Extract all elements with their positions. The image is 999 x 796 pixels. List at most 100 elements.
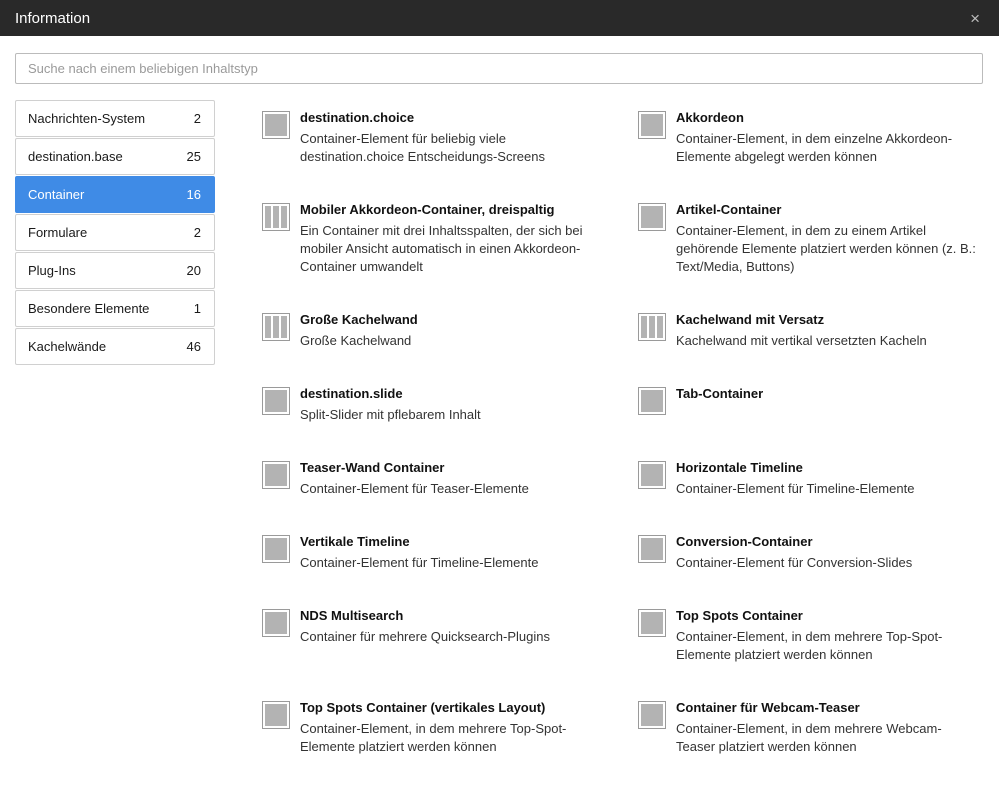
sidebar-item-formulare[interactable]: Formulare 2 (15, 214, 215, 251)
sidebar-item-kachelwände[interactable]: Kachelwände 46 (15, 328, 215, 365)
sidebar-item-besondere-elemente[interactable]: Besondere Elemente 1 (15, 290, 215, 327)
sidebar-item-label: Container (28, 187, 85, 202)
card-text: Vertikale Timeline Container-Element für … (300, 534, 600, 572)
card-text: Horizontale Timeline Container-Element fü… (676, 460, 976, 498)
content-type-card[interactable]: destination.choice Container-Element für … (262, 110, 600, 166)
three-column-icon (262, 203, 290, 231)
card-description: Kachelwand mit vertikal versetzten Kache… (676, 333, 927, 348)
category-sidebar: Nachrichten-System 2 destination.base 25 Con… (15, 100, 215, 366)
single-column-icon (638, 461, 666, 489)
sidebar-item-count: 25 (186, 149, 201, 164)
single-column-icon (262, 609, 290, 637)
sidebar-item-plug-ins[interactable]: Plug-Ins 20 (15, 252, 215, 289)
card-title: Mobiler Akkordeon-Container, dreispaltig (300, 202, 555, 217)
content-type-card[interactable]: Container für Webcam-Teaser Container-Ele… (638, 700, 976, 756)
sidebar-item-label: Formulare (28, 225, 88, 240)
single-column-icon (262, 111, 290, 139)
card-text: destination.slide Split-Slider mit pfleba… (300, 386, 600, 424)
three-column-icon (638, 313, 666, 341)
modal-titlebar: Information × (0, 0, 999, 36)
card-text: Conversion-Container Container-Element fü… (676, 534, 976, 572)
card-description: Ein Container mit drei Inhaltsspalten, d… (300, 223, 583, 274)
sidebar-item-label: destination.base (28, 149, 123, 164)
content-type-card[interactable]: Tab-Container (638, 386, 976, 415)
card-text: Tab-Container (676, 386, 976, 415)
card-title: destination.choice (300, 110, 415, 125)
content-type-card[interactable]: Teaser-Wand Container Container-Element f… (262, 460, 600, 498)
sidebar-item-label: Besondere Elemente (28, 301, 150, 316)
card-description: Container-Element, in dem mehrere Top-Sp… (300, 721, 567, 754)
content-type-card[interactable]: Horizontale Timeline Container-Element fü… (638, 460, 976, 498)
sidebar-item-count: 2 (193, 225, 201, 240)
card-title: Akkordeon (676, 110, 744, 125)
card-description: Split-Slider mit pflebarem Inhalt (300, 407, 481, 422)
card-description: Container-Element für Timeline-Elemente (676, 481, 915, 496)
content-type-card[interactable]: NDS Multisearch Container für mehrere Qui… (262, 608, 600, 646)
card-title: Artikel-Container (676, 202, 782, 217)
card-text: Mobiler Akkordeon-Container, dreispaltig… (300, 202, 600, 276)
card-text: destination.choice Container-Element für … (300, 110, 600, 166)
sidebar-item-count: 20 (186, 263, 201, 278)
sidebar-item-destination-base[interactable]: destination.base 25 (15, 138, 215, 175)
card-description: Container-Element für Timeline-Elemente (300, 555, 539, 570)
card-text: Teaser-Wand Container Container-Element f… (300, 460, 600, 498)
sidebar-item-label: Nachrichten-System (28, 111, 146, 126)
sidebar-item-nachrichten-system[interactable]: Nachrichten-System 2 (15, 100, 215, 137)
single-column-icon (638, 111, 666, 139)
card-text: Container für Webcam-Teaser Container-Ele… (676, 700, 976, 756)
card-title: Top Spots Container (676, 608, 803, 623)
card-title: destination.slide (300, 386, 403, 401)
content-type-card[interactable]: Mobiler Akkordeon-Container, dreispaltig… (262, 202, 600, 276)
card-title: Teaser-Wand Container (300, 460, 445, 475)
content-type-card[interactable]: Top Spots Container (vertikales Layout) C… (262, 700, 600, 756)
single-column-icon (262, 461, 290, 489)
close-icon[interactable]: × (970, 10, 984, 27)
card-text: NDS Multisearch Container für mehrere Qui… (300, 608, 600, 646)
single-column-icon (638, 203, 666, 231)
content-type-card[interactable]: Große Kachelwand Große Kachelwand (262, 312, 600, 350)
content-type-card[interactable]: Top Spots Container Container-Element, in… (638, 608, 976, 664)
modal-title: Information (15, 9, 91, 27)
sidebar-item-label: Kachelwände (28, 339, 107, 354)
sidebar-item-count: 16 (186, 187, 201, 202)
card-title: NDS Multisearch (300, 608, 404, 623)
single-column-icon (262, 701, 290, 729)
single-column-icon (638, 535, 666, 563)
card-description: Container-Element, in dem mehrere Webcam… (676, 721, 942, 754)
card-description: Container-Element für beliebig viele des… (300, 131, 545, 164)
card-title: Conversion-Container (676, 534, 813, 549)
sidebar-item-count: 1 (193, 301, 201, 316)
card-description: Container-Element für Conversion-Slides (676, 555, 913, 570)
content-type-card[interactable]: destination.slide Split-Slider mit pfleba… (262, 386, 600, 424)
single-column-icon (262, 535, 290, 563)
card-description: Große Kachelwand (300, 333, 412, 348)
card-description: Container-Element, in dem zu einem Artik… (676, 223, 976, 274)
three-column-icon (262, 313, 290, 341)
card-text: Große Kachelwand Große Kachelwand (300, 312, 600, 350)
card-title: Große Kachelwand (300, 312, 418, 327)
card-text: Top Spots Container Container-Element, in… (676, 608, 976, 664)
card-title: Horizontale Timeline (676, 460, 803, 475)
single-column-icon (638, 609, 666, 637)
card-description: Container-Element für Teaser-Elemente (300, 481, 529, 496)
sidebar-item-count: 46 (186, 339, 201, 354)
search-input[interactable] (15, 53, 983, 84)
content-type-card[interactable]: Conversion-Container Container-Element fü… (638, 534, 976, 572)
card-text: Akkordeon Container-Element, in dem einze… (676, 110, 976, 166)
card-title: Vertikale Timeline (300, 534, 410, 549)
sidebar-item-container[interactable]: Container 16 (15, 176, 215, 213)
card-title: Kachelwand mit Versatz (676, 312, 825, 327)
single-column-icon (638, 701, 666, 729)
card-text: Artikel-Container Container-Element, in d… (676, 202, 976, 276)
sidebar-item-label: Plug-Ins (28, 263, 76, 278)
card-title: Container für Webcam-Teaser (676, 700, 860, 715)
content-type-card[interactable]: Akkordeon Container-Element, in dem einze… (638, 110, 976, 166)
card-text: Kachelwand mit Versatz Kachelwand mit ver… (676, 312, 976, 350)
card-text: Top Spots Container (vertikales Layout) C… (300, 700, 600, 756)
card-description: Container-Element, in dem einzelne Akkor… (676, 131, 953, 164)
content-type-card[interactable]: Artikel-Container Container-Element, in d… (638, 202, 976, 276)
card-description: Container für mehrere Quicksearch-Plugin… (300, 629, 550, 644)
card-title: Top Spots Container (vertikales Layout) (300, 700, 546, 715)
content-type-card[interactable]: Kachelwand mit Versatz Kachelwand mit ver… (638, 312, 976, 350)
content-type-card[interactable]: Vertikale Timeline Container-Element für … (262, 534, 600, 572)
